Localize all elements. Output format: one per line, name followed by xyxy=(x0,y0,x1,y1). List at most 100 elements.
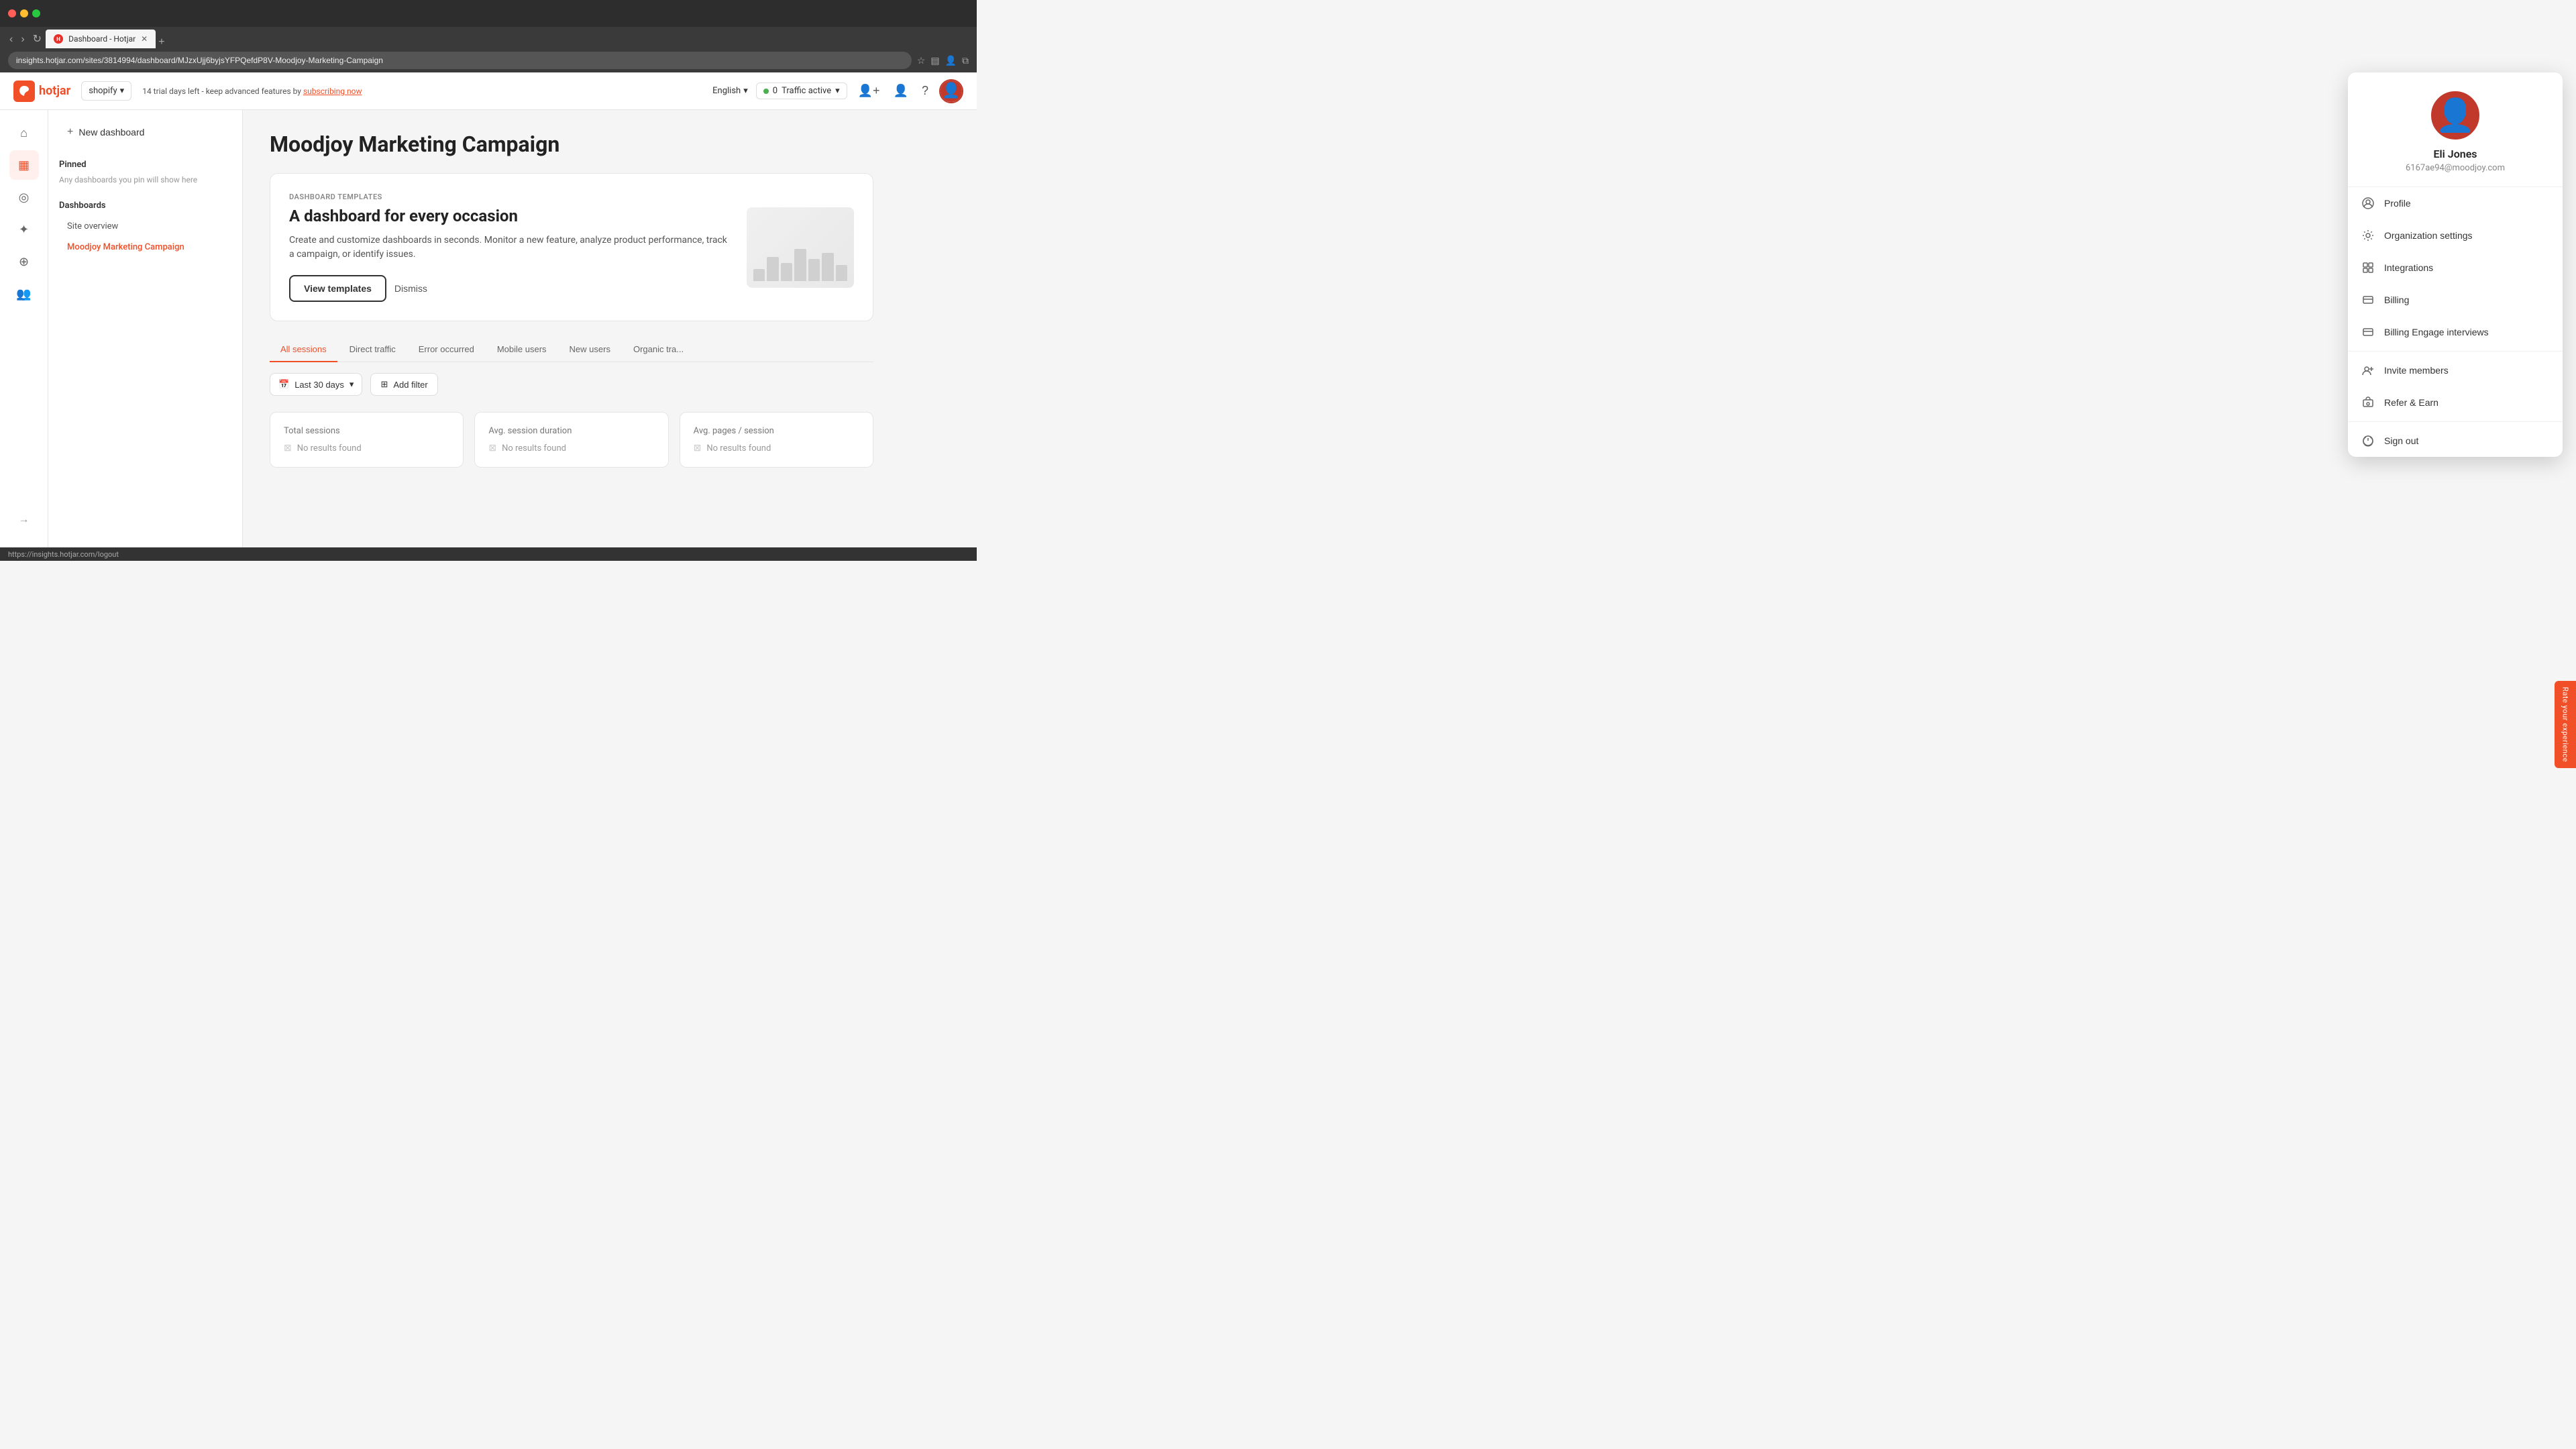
plus-icon: + xyxy=(67,126,73,138)
sidebar-item-engage[interactable]: ⊕ xyxy=(9,247,39,276)
new-dashboard-section: + New dashboard xyxy=(48,121,242,154)
minimize-window-button[interactable] xyxy=(20,9,28,17)
sidebar-item-dashboards[interactable]: ▦ xyxy=(9,150,39,180)
site-name: shopify xyxy=(89,86,117,96)
address-icons: ☆ ▤ 👤 ⧉ xyxy=(917,55,969,66)
language-chevron-icon: ▾ xyxy=(743,86,748,96)
sidebar-item-team[interactable]: 👥 xyxy=(9,279,39,309)
metric-avg-session-empty-text: No results found xyxy=(502,443,566,453)
reload-button[interactable]: ↻ xyxy=(29,30,46,48)
sidebar-item-home[interactable]: ⌂ xyxy=(9,118,39,148)
help-icon[interactable]: ? xyxy=(919,81,931,101)
app-layout: hotjar shopify ▾ 14 trial days left - ke… xyxy=(0,72,977,547)
calendar-icon: 📅 xyxy=(278,379,289,390)
template-actions: View templates Dismiss xyxy=(289,275,731,302)
site-selector[interactable]: shopify ▾ xyxy=(81,81,131,101)
language-label: English xyxy=(712,86,741,96)
preview-bar-5 xyxy=(808,259,820,281)
language-selector[interactable]: English ▾ xyxy=(712,86,748,96)
hotjar-logo: hotjar xyxy=(13,80,70,102)
profile-icon[interactable]: 👤 xyxy=(945,55,957,66)
tab-close-button[interactable]: ✕ xyxy=(141,34,148,44)
trial-link[interactable]: subscribing now xyxy=(303,87,362,96)
preview-bar-4 xyxy=(794,249,806,281)
pinned-empty-text: Any dashboards you pin will show here xyxy=(59,175,231,184)
sidebar-item-ask[interactable]: ✦ xyxy=(9,215,39,244)
metric-total-sessions-empty-text: No results found xyxy=(297,443,362,453)
main-layout: ⌂ ▦ ◎ ✦ ⊕ 👥 → + New dashboard Pinned Any… xyxy=(0,110,977,547)
top-nav: hotjar shopify ▾ 14 trial days left - ke… xyxy=(0,72,977,110)
sidebar: ⌂ ▦ ◎ ✦ ⊕ 👥 → xyxy=(0,110,48,547)
new-dashboard-button[interactable]: + New dashboard xyxy=(59,121,231,144)
filter-icon: ⊞ xyxy=(380,379,388,390)
preview-bar-1 xyxy=(753,269,765,281)
address-bar: ☆ ▤ 👤 ⧉ xyxy=(0,48,977,72)
main-content: Moodjoy Marketing Campaign DASHBOARD TEM… xyxy=(243,110,977,547)
maximize-window-button[interactable] xyxy=(32,9,40,17)
user-manage-icon[interactable]: 👤 xyxy=(891,81,911,101)
tab-error-occurred[interactable]: Error occurred xyxy=(408,337,485,362)
preview-bar-6 xyxy=(822,253,833,281)
avatar-silhouette-icon: 👤 xyxy=(942,84,960,99)
view-templates-button[interactable]: View templates xyxy=(289,275,386,302)
metric-total-sessions-empty: ⊠ No results found xyxy=(284,443,449,453)
no-results-icon-2: ⊠ xyxy=(488,443,496,453)
dashboards-title: Dashboards xyxy=(59,201,231,211)
no-results-icon-3: ⊠ xyxy=(694,443,702,453)
active-tab[interactable]: H Dashboard - Hotjar ✕ xyxy=(46,30,156,48)
tab-organic-traffic[interactable]: Organic tra... xyxy=(623,337,694,362)
no-results-icon: ⊠ xyxy=(284,443,292,453)
tab-direct-traffic[interactable]: Direct traffic xyxy=(339,337,407,362)
sidebar-item-site-overview[interactable]: Site overview xyxy=(59,216,231,237)
session-tabs: All sessions Direct traffic Error occurr… xyxy=(270,337,873,362)
tab-mobile-users[interactable]: Mobile users xyxy=(486,337,557,362)
preview-bar-2 xyxy=(767,257,778,281)
add-filter-label: Add filter xyxy=(393,380,427,390)
address-input[interactable] xyxy=(8,52,912,69)
preview-bar-7 xyxy=(836,265,847,281)
avatar-button[interactable]: 👤 xyxy=(939,79,963,103)
template-card: DASHBOARD TEMPLATES A dashboard for ever… xyxy=(270,173,873,321)
metric-avg-pages: Avg. pages / session ⊠ No results found xyxy=(680,412,873,468)
tab-new-users[interactable]: New users xyxy=(559,337,621,362)
template-card-title: A dashboard for every occasion xyxy=(289,207,731,225)
filter-bar: 📅 Last 30 days ▾ ⊞ Add filter xyxy=(270,373,950,396)
status-bar: https://insights.hotjar.com/logout xyxy=(0,547,977,561)
metric-avg-session-label: Avg. session duration xyxy=(488,426,654,436)
new-tab-button[interactable]: + xyxy=(158,36,164,48)
sidebar-item-observe[interactable]: ◎ xyxy=(9,182,39,212)
extensions-icon[interactable]: ⧉ xyxy=(962,55,969,66)
add-filter-button[interactable]: ⊞ Add filter xyxy=(370,373,437,396)
browser-chrome xyxy=(0,0,977,27)
traffic-chevron-icon: ▾ xyxy=(835,86,840,96)
dashboards-section: Dashboards Site overview Moodjoy Marketi… xyxy=(48,195,242,263)
trial-notice: 14 trial days left - keep advanced featu… xyxy=(142,87,702,96)
date-filter-label: Last 30 days xyxy=(294,380,344,390)
back-button[interactable]: ‹ xyxy=(5,31,17,48)
metrics-row: Total sessions ⊠ No results found Avg. s… xyxy=(270,412,873,468)
date-filter-button[interactable]: 📅 Last 30 days ▾ xyxy=(270,373,362,396)
traffic-indicator[interactable]: 0 Traffic active ▾ xyxy=(756,83,847,99)
sidebar-item-moodjoy-campaign[interactable]: Moodjoy Marketing Campaign xyxy=(59,237,231,258)
traffic-label: Traffic active xyxy=(782,86,831,96)
template-card-description: Create and customize dashboards in secon… xyxy=(289,233,731,262)
bookmark-icon[interactable]: ☆ xyxy=(917,55,926,66)
template-preview xyxy=(747,207,854,288)
pinned-title: Pinned xyxy=(59,160,231,170)
template-card-label: DASHBOARD TEMPLATES xyxy=(289,193,731,201)
date-filter-chevron-icon: ▾ xyxy=(350,379,354,390)
tab-all-sessions[interactable]: All sessions xyxy=(270,337,337,362)
dismiss-button[interactable]: Dismiss xyxy=(394,283,427,294)
left-panel: + New dashboard Pinned Any dashboards yo… xyxy=(48,110,243,547)
tab-title: Dashboard - Hotjar xyxy=(68,34,136,44)
template-text: DASHBOARD TEMPLATES A dashboard for ever… xyxy=(289,193,731,302)
add-user-button[interactable]: 👤+ xyxy=(855,81,883,101)
sidebar-toggle-icon[interactable]: ▤ xyxy=(930,55,939,66)
metric-avg-pages-label: Avg. pages / session xyxy=(694,426,859,436)
chevron-down-icon: ▾ xyxy=(120,86,125,96)
traffic-dot-icon xyxy=(763,89,769,94)
close-window-button[interactable] xyxy=(8,9,16,17)
metric-total-sessions: Total sessions ⊠ No results found xyxy=(270,412,464,468)
sidebar-collapse-button[interactable]: → xyxy=(9,504,39,534)
forward-button[interactable]: › xyxy=(17,31,28,48)
